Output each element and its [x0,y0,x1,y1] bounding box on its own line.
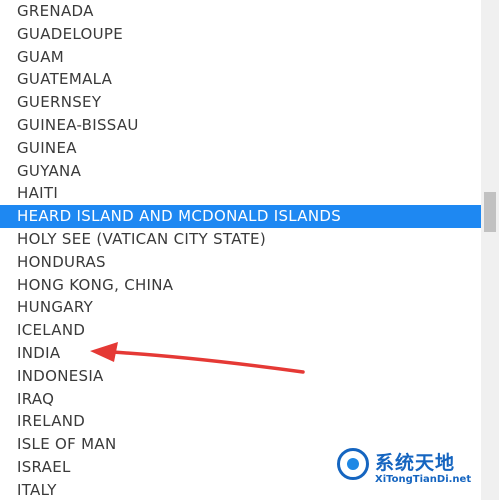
list-item[interactable]: GUINEA-BISSAU [0,114,481,137]
list-item[interactable]: HUNGARY [0,296,481,319]
list-item[interactable]: GUERNSEY [0,91,481,114]
list-item[interactable]: IRELAND [0,410,481,433]
list-item[interactable]: INDIA [0,342,481,365]
list-item-selected[interactable]: HEARD ISLAND AND MCDONALD ISLANDS [0,205,481,229]
list-item[interactable]: ITALY [0,479,481,500]
list-item[interactable]: GUATEMALA [0,68,481,91]
list-item[interactable]: HONDURAS [0,251,481,274]
list-item[interactable]: HONG KONG, CHINA [0,274,481,297]
list-item[interactable]: GRENADA [0,0,481,23]
country-dropdown-screenshot: GRENADA GUADELOUPE GUAM GUATEMALA GUERNSEY GU… [0,0,499,500]
country-listbox[interactable]: GRENADA GUADELOUPE GUAM GUATEMALA GUERNSEY GU… [0,0,499,500]
list-item[interactable]: IRAQ [0,388,481,411]
list-item[interactable]: GUINEA [0,137,481,160]
list-item[interactable]: ISRAEL [0,456,481,479]
list-item[interactable]: INDONESIA [0,365,481,388]
list-item[interactable]: HOLY SEE (VATICAN CITY STATE) [0,228,481,251]
list-item[interactable]: GUADELOUPE [0,23,481,46]
list-item[interactable]: GUYANA [0,160,481,183]
scrollbar[interactable] [481,0,499,500]
list-item[interactable]: ISLE OF MAN [0,433,481,456]
list-item[interactable]: HAITI [0,182,481,205]
scrollbar-thumb[interactable] [484,192,496,232]
list-item[interactable]: GUAM [0,46,481,69]
list-item[interactable]: ICELAND [0,319,481,342]
